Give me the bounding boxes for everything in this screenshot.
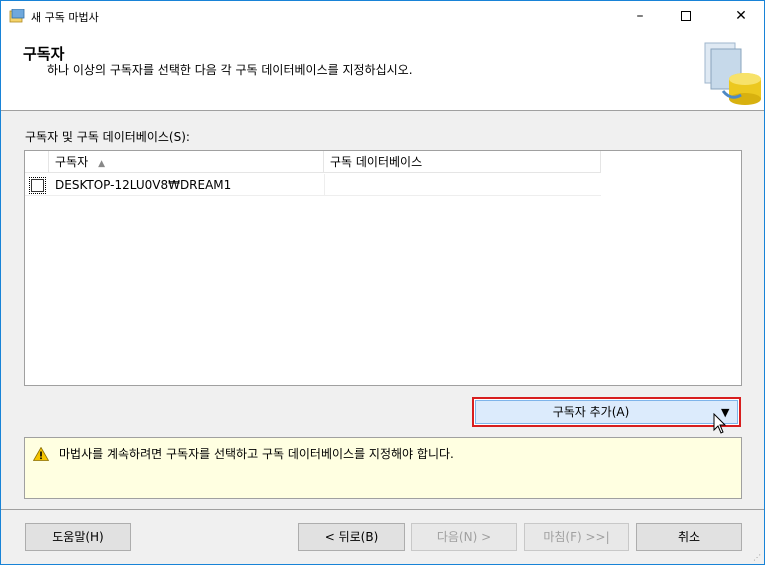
wizard-app-icon bbox=[9, 9, 25, 23]
page-description: 하나 이상의 구독자를 선택한 다음 각 구독 데이터베이스를 지정하십시오. bbox=[47, 63, 413, 77]
close-button[interactable]: ✕ bbox=[718, 1, 764, 31]
column-header-subscriber[interactable]: 구독자 ▲ bbox=[49, 151, 324, 173]
next-button: 다음(N) > bbox=[411, 523, 517, 551]
maximize-icon bbox=[681, 11, 691, 21]
mouse-pointer-icon bbox=[713, 413, 727, 434]
window-title: 새 구독 마법사 bbox=[31, 11, 99, 24]
subscription-database-cell[interactable] bbox=[324, 174, 601, 196]
finish-button: 마침(F) >>| bbox=[524, 523, 629, 551]
warning-panel: 마법사를 계속하려면 구독자를 선택하고 구독 데이터베이스를 지정해야 합니다… bbox=[24, 437, 742, 499]
checkbox-column-header bbox=[25, 151, 49, 173]
subscriber-checkbox[interactable] bbox=[29, 177, 46, 194]
title-bar: 새 구독 마법사 – ✕ bbox=[1, 1, 764, 31]
column-header-subscriber-label: 구독자 bbox=[55, 155, 89, 169]
grid-header: 구독자 ▲ 구독 데이터베이스 bbox=[25, 151, 601, 173]
sort-ascending-icon: ▲ bbox=[98, 159, 106, 169]
back-button[interactable]: < 뒤로(B) bbox=[298, 523, 405, 551]
wizard-window: 새 구독 마법사 – ✕ 구독자 하나 이상의 구독자를 선택한 다음 각 구독… bbox=[0, 0, 765, 565]
cancel-button[interactable]: 취소 bbox=[636, 523, 742, 551]
add-subscriber-button-face[interactable]: 구독자 추가(A) ▼ bbox=[475, 400, 738, 424]
footer-divider bbox=[1, 509, 764, 510]
subscriber-list-label: 구독자 및 구독 데이터베이스(S): bbox=[25, 130, 190, 144]
add-subscriber-button[interactable]: 구독자 추가(A) ▼ bbox=[472, 397, 741, 427]
minimize-button[interactable]: – bbox=[617, 1, 663, 31]
wizard-header: 구독자 하나 이상의 구독자를 선택한 다음 각 구독 데이터베이스를 지정하십… bbox=[1, 31, 764, 111]
subscriber-name: DESKTOP-12LU0V8₩DREAM1 bbox=[55, 178, 232, 192]
database-subscription-icon bbox=[704, 42, 761, 105]
warning-triangle-icon bbox=[33, 447, 49, 461]
resize-grip-icon[interactable]: ⋰ bbox=[753, 553, 763, 563]
table-row[interactable]: DESKTOP-12LU0V8₩DREAM1 bbox=[25, 174, 601, 196]
add-subscriber-label: 구독자 추가(A) bbox=[552, 405, 630, 419]
maximize-button[interactable] bbox=[663, 1, 709, 31]
warning-message: 마법사를 계속하려면 구독자를 선택하고 구독 데이터베이스를 지정해야 합니다… bbox=[59, 447, 454, 461]
column-header-database[interactable]: 구독 데이터베이스 bbox=[324, 151, 601, 173]
subscriber-grid[interactable]: 구독자 ▲ 구독 데이터베이스 DESKTOP-12LU0V8₩DREAM1 bbox=[24, 150, 742, 386]
help-button[interactable]: 도움말(H) bbox=[25, 523, 131, 551]
